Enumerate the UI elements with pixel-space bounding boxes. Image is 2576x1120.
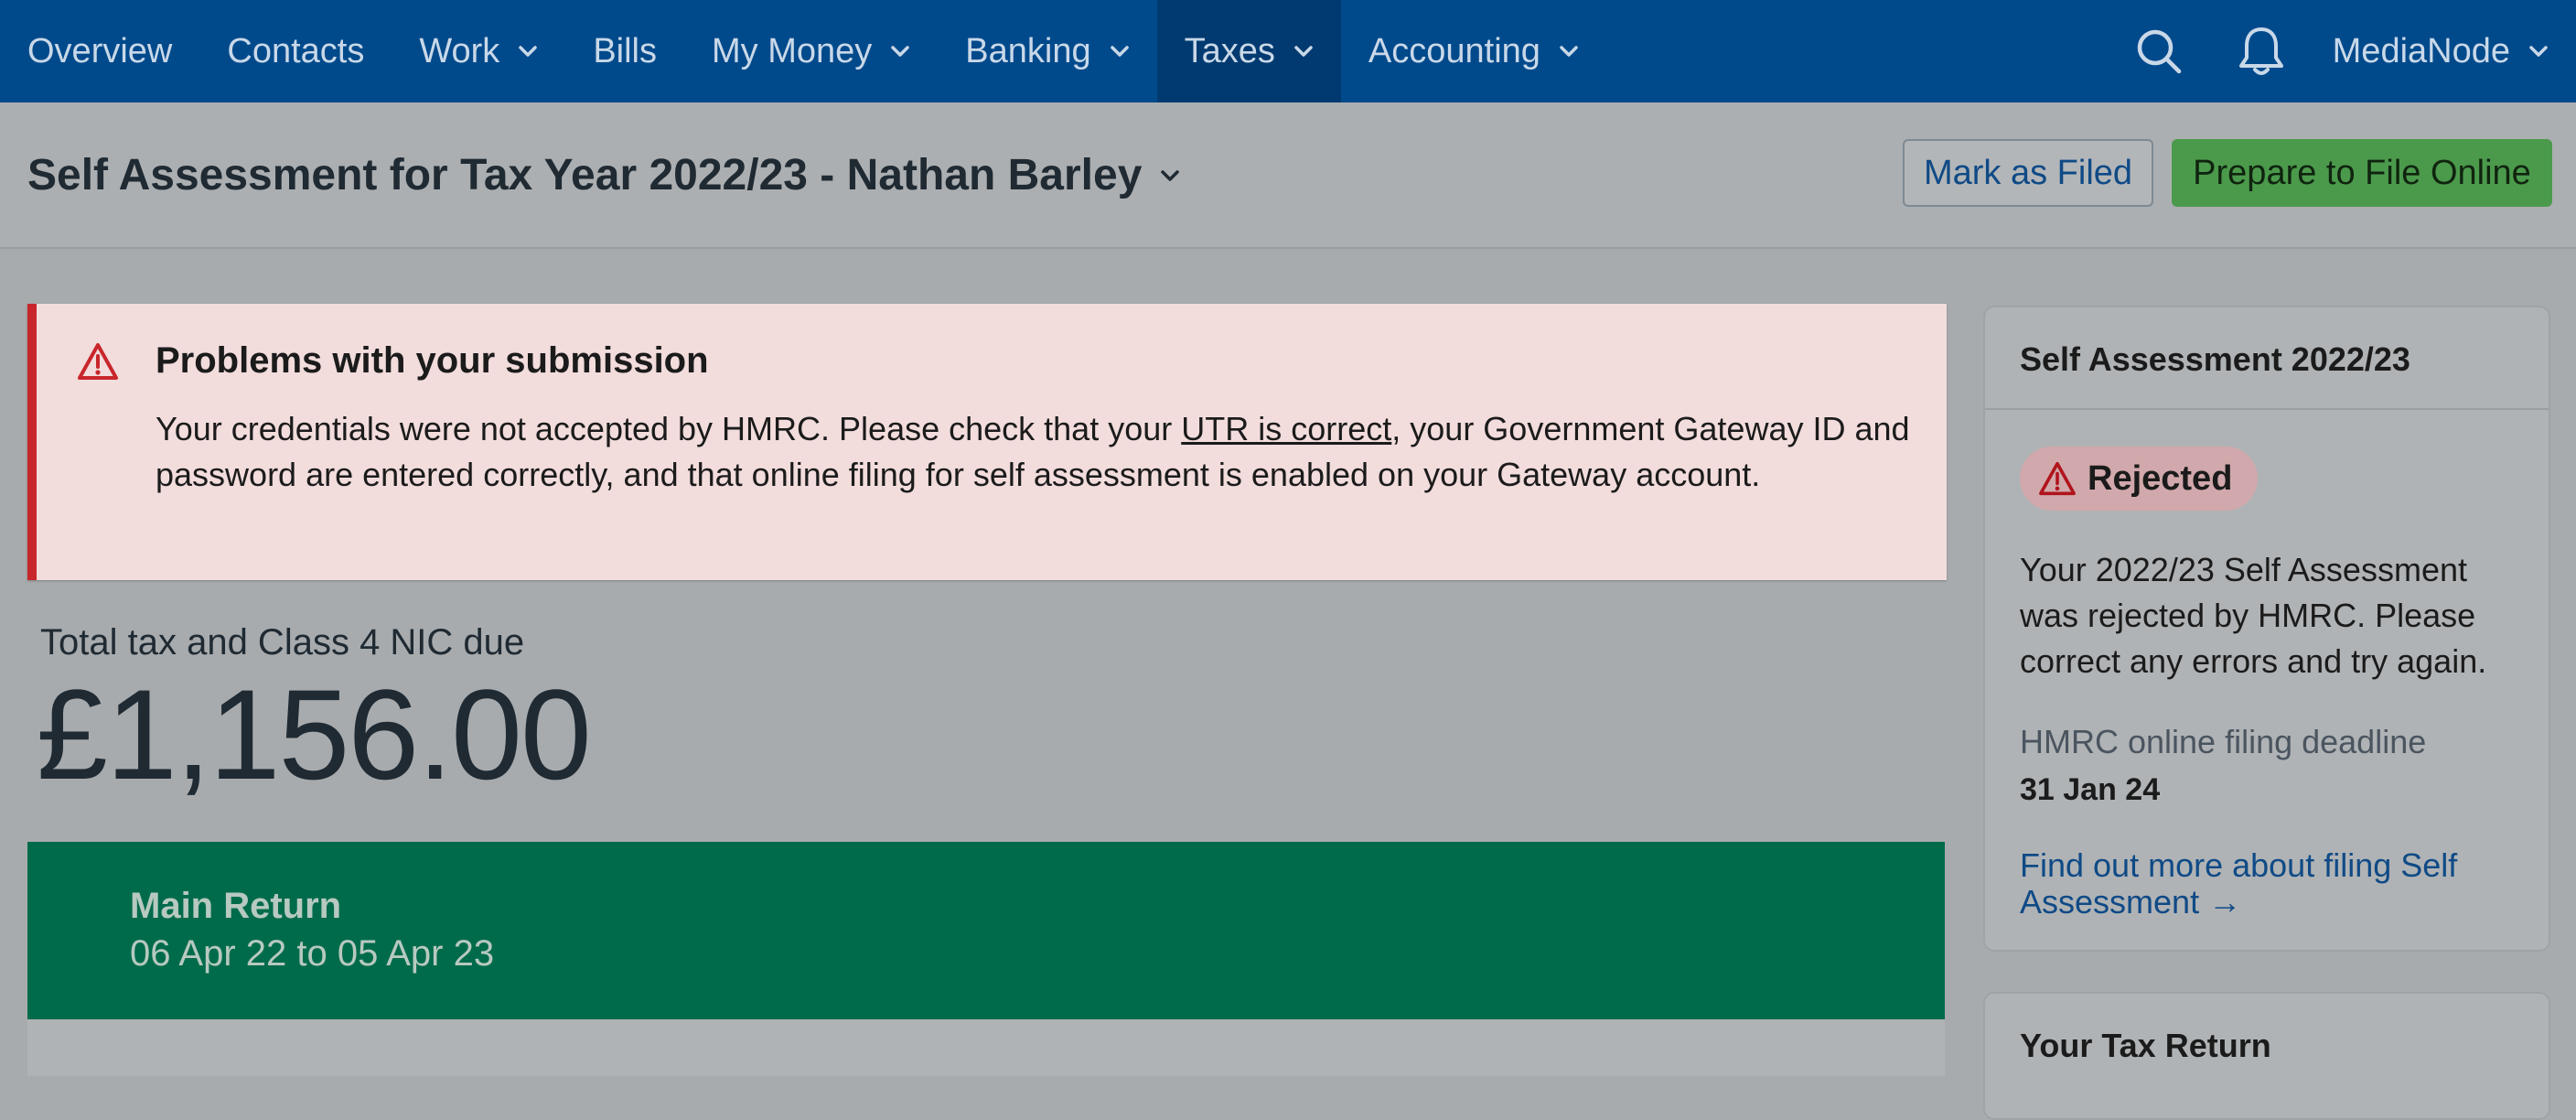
side-card-2-title: Your Tax Return (2020, 1027, 2271, 1064)
account-label: MediaNode (2332, 31, 2510, 70)
return-details-panel (27, 1019, 1945, 1076)
nav-item-label: Banking (965, 31, 1091, 70)
submission-error-alert: Problems with your submission Your crede… (27, 304, 1947, 580)
chevron-down-icon (1161, 169, 1180, 181)
nav-item-my-money[interactable]: My Money (684, 0, 938, 102)
nav-item-taxes[interactable]: Taxes (1156, 0, 1341, 102)
total-tax-label: Total tax and Class 4 NIC due (40, 622, 525, 662)
deadline-value: 31 Jan 24 (2020, 772, 2161, 807)
chevron-down-icon (891, 46, 910, 57)
chevron-down-icon (2529, 46, 2548, 57)
nav-item-label: Overview (27, 31, 173, 70)
nav-item-label: Work (419, 31, 500, 70)
nav-item-overview[interactable]: Overview (0, 0, 199, 102)
main-return-title: Main Return (130, 886, 342, 926)
account-menu[interactable]: MediaNode (2313, 0, 2576, 102)
nav-item-label: Contacts (227, 31, 365, 70)
nav-item-label: Taxes (1184, 31, 1275, 70)
alert-body-text: Your credentials were not accepted by HM… (156, 410, 1182, 447)
self-assessment-status-card: Self Assessment 2022/23 Rejected Your 20… (1983, 306, 2550, 952)
nav-item-label: Bills (593, 31, 657, 70)
alert-body: Your credentials were not accepted by HM… (156, 406, 1930, 498)
warning-icon (78, 343, 118, 380)
nav-item-label: Accounting (1368, 31, 1540, 70)
chevron-down-icon (1560, 46, 1578, 57)
warning-icon (2039, 461, 2076, 496)
page-header: Self Assessment for Tax Year 2022/23 - N… (0, 102, 2576, 249)
prepare-to-file-online-button[interactable]: Prepare to File Online (2172, 139, 2552, 207)
chevron-down-icon (1110, 46, 1129, 57)
chevron-down-icon (1294, 46, 1313, 57)
chevron-down-icon (519, 46, 538, 57)
nav-item-contacts[interactable]: Contacts (199, 0, 392, 102)
status-description: Your 2022/23 Self Assessment was rejecte… (2020, 551, 2487, 680)
top-navigation: Overview Contacts Work Bills My Money Banking… (0, 0, 2576, 102)
nav-item-work[interactable]: Work (392, 0, 565, 102)
main-return-dates: 06 Apr 22 to 05 Apr 23 (130, 933, 495, 974)
nav-item-label: My Money (712, 31, 873, 70)
utr-link[interactable]: UTR is correct (1181, 410, 1391, 447)
filing-info-link[interactable]: Find out more about filing Self Assessme… (2020, 847, 2532, 921)
deadline-label: HMRC online filing deadline (2020, 723, 2427, 760)
nav-item-banking[interactable]: Banking (938, 0, 1156, 102)
your-tax-return-card: Your Tax Return (1983, 992, 2550, 1120)
search-icon[interactable] (2108, 0, 2210, 102)
bell-icon[interactable] (2210, 0, 2313, 102)
page-title-text: Self Assessment for Tax Year 2022/23 - N… (27, 151, 1143, 199)
total-tax-value: £1,156.00 (37, 662, 592, 806)
nav-right: MediaNode (2108, 0, 2576, 102)
status-badge: Rejected (2020, 447, 2259, 511)
nav-items: Overview Contacts Work Bills My Money Banking… (0, 0, 1606, 102)
page-title[interactable]: Self Assessment for Tax Year 2022/23 - N… (27, 150, 1182, 200)
status-badge-label: Rejected (2088, 458, 2233, 498)
side-card-title: Self Assessment 2022/23 (2020, 340, 2410, 378)
nav-item-bills[interactable]: Bills (565, 0, 684, 102)
mark-as-filed-button[interactable]: Mark as Filed (1903, 139, 2153, 207)
nav-item-accounting[interactable]: Accounting (1341, 0, 1606, 102)
divider (1985, 408, 2549, 410)
alert-title: Problems with your submission (156, 340, 709, 381)
main-return-banner[interactable]: Main Return 06 Apr 22 to 05 Apr 23 (27, 842, 1945, 1019)
